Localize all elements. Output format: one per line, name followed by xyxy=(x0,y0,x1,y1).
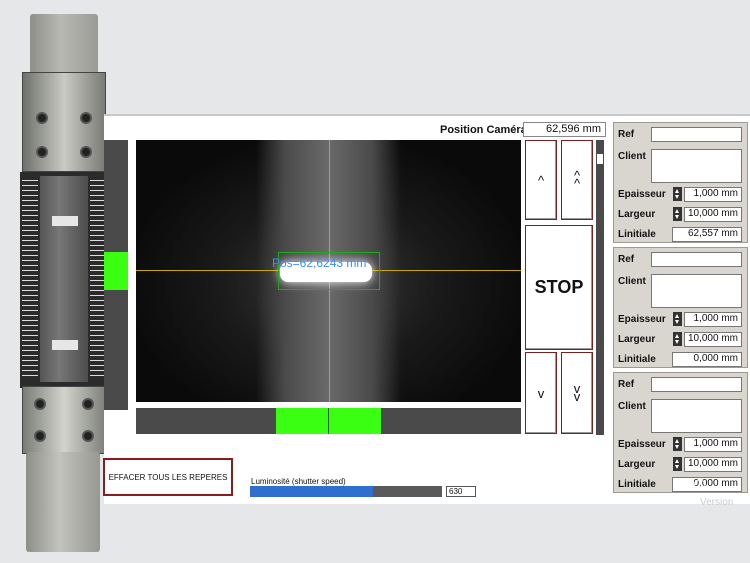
initial-length-field[interactable]: 0,000 mm xyxy=(672,352,742,367)
clear-all-marks-label: EFFACER TOUS LES REPERES xyxy=(108,472,228,482)
double-down-arrow-icon: v v xyxy=(573,381,581,404)
ref-input[interactable] xyxy=(651,377,742,392)
luminosity-value[interactable]: 630 xyxy=(446,486,476,497)
ref-input[interactable] xyxy=(651,252,742,267)
up-arrow-icon: ^ xyxy=(537,172,545,188)
camera-view[interactable]: Pos=62,6243 mm xyxy=(136,140,521,402)
thickness-input[interactable]: 1,000 mm xyxy=(684,187,742,202)
camera-position-label: Position Caméra xyxy=(440,124,527,136)
screw-icon xyxy=(80,146,92,158)
horizontal-center-tick xyxy=(328,408,329,434)
ref-label: Ref xyxy=(618,379,635,390)
specimen-strip-image xyxy=(40,176,88,382)
screw-icon xyxy=(80,112,92,124)
width-input[interactable]: 10,000 mm xyxy=(684,332,742,347)
stop-label: STOP xyxy=(534,277,584,297)
watermark-version: Version xyxy=(700,497,734,508)
client-input[interactable] xyxy=(651,274,742,308)
width-spinner-icon[interactable] xyxy=(673,457,682,471)
vertical-scrollbar[interactable] xyxy=(596,140,604,435)
move-up-button[interactable]: ^ xyxy=(525,140,557,220)
clear-all-marks-button[interactable]: EFFACER TOUS LES REPERES xyxy=(103,458,233,496)
screw-icon xyxy=(36,146,48,158)
initial-label: Linitiale xyxy=(618,354,656,365)
client-input[interactable] xyxy=(651,149,742,183)
screw-icon xyxy=(34,430,46,442)
thickness-spinner-icon[interactable] xyxy=(673,312,682,326)
initial-label: Linitiale xyxy=(618,479,656,490)
client-input[interactable] xyxy=(651,399,742,433)
width-label: Largeur xyxy=(618,459,656,470)
width-label: Largeur xyxy=(618,209,656,220)
upper-clamp-image xyxy=(22,72,106,172)
ref-label: Ref xyxy=(618,254,635,265)
thickness-label: Epaisseur xyxy=(618,314,666,325)
double-up-arrow-icon: ^ ^ xyxy=(573,168,581,191)
thickness-spinner-icon[interactable] xyxy=(673,187,682,201)
initial-length-field[interactable]: 62,557 mm xyxy=(672,227,742,242)
extensometer-photo-bottom xyxy=(26,452,100,552)
position-overlay-text: Pos=62,6243 mm xyxy=(272,256,367,270)
down-arrow-icon: v xyxy=(537,385,545,401)
ref-input[interactable] xyxy=(651,127,742,142)
screw-icon xyxy=(82,398,94,410)
specimen-panel-1: Ref Client Epaisseur Largeur Linitiale 1,000 … xyxy=(613,122,748,243)
lower-clamp-image xyxy=(22,386,106,454)
move-up-fast-button[interactable]: ^ ^ xyxy=(561,140,593,220)
ref-label: Ref xyxy=(618,129,635,140)
stop-button[interactable]: STOP xyxy=(525,225,593,350)
specimen-panel-3: Ref Client Epaisseur Largeur Linitiale 1,000 … xyxy=(613,372,748,493)
move-down-fast-button[interactable]: v v xyxy=(561,352,593,434)
move-down-button[interactable]: v xyxy=(525,352,557,434)
thickness-label: Epaisseur xyxy=(618,189,666,200)
screw-icon xyxy=(36,112,48,124)
client-label: Client xyxy=(618,401,646,412)
scrollbar-thumb[interactable] xyxy=(597,154,603,164)
width-spinner-icon[interactable] xyxy=(673,332,682,346)
thickness-input[interactable]: 1,000 mm xyxy=(684,312,742,327)
specimen-panel-2: Ref Client Epaisseur Largeur Linitiale 1,000 … xyxy=(613,247,748,368)
luminosity-fill xyxy=(250,486,373,497)
thickness-input[interactable]: 1,000 mm xyxy=(684,437,742,452)
lower-mark-pad xyxy=(52,340,78,350)
watermark-text: Yo xyxy=(690,475,707,491)
camera-position-field: 62,596 mm xyxy=(523,122,606,137)
client-label: Client xyxy=(618,276,646,287)
initial-length-field[interactable]: 0,000 mm xyxy=(672,477,742,492)
width-spinner-icon[interactable] xyxy=(673,207,682,221)
upper-mark-pad xyxy=(52,216,78,226)
client-label: Client xyxy=(618,151,646,162)
vertical-position-indicator xyxy=(104,252,128,290)
screw-icon xyxy=(82,430,94,442)
screw-icon xyxy=(34,398,46,410)
width-input[interactable]: 10,000 mm xyxy=(684,207,742,222)
width-input[interactable]: 10,000 mm xyxy=(684,457,742,472)
luminosity-label: Luminosité (shutter speed) xyxy=(251,477,346,486)
width-label: Largeur xyxy=(618,334,656,345)
thickness-spinner-icon[interactable] xyxy=(673,437,682,451)
left-scale-image xyxy=(22,180,38,380)
thickness-label: Epaisseur xyxy=(618,439,666,450)
initial-label: Linitiale xyxy=(618,229,656,240)
